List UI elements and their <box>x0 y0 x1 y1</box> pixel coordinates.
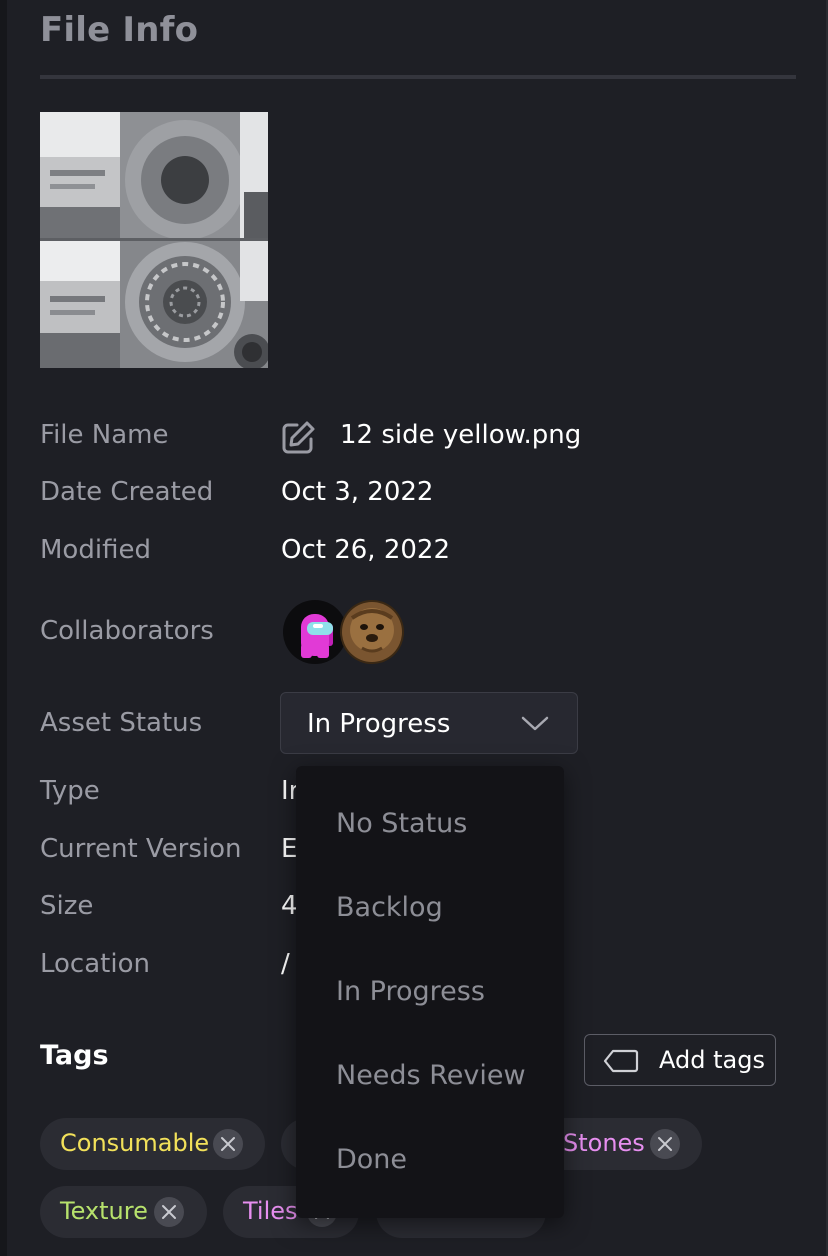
collaborator-avatar[interactable] <box>340 600 404 664</box>
asset-status-selected: In Progress <box>307 709 451 739</box>
remove-tag-button[interactable] <box>650 1129 680 1159</box>
asset-status-label: Asset Status <box>40 708 203 738</box>
panel-left-edge <box>0 0 7 1256</box>
add-tags-button[interactable]: Add tags <box>584 1034 776 1086</box>
tags-title: Tags <box>40 1040 109 1071</box>
status-option-done[interactable]: Done <box>336 1144 407 1175</box>
remove-tag-button[interactable] <box>213 1129 243 1159</box>
tag-chip: Consumable <box>40 1118 265 1170</box>
file-name-value: 12 side yellow.png <box>340 420 582 450</box>
chevron-down-icon <box>521 716 549 731</box>
tag-icon <box>603 1049 639 1073</box>
date-created-value: Oct 3, 2022 <box>281 477 434 507</box>
file-name-label: File Name <box>40 420 169 450</box>
remove-tag-button[interactable] <box>154 1197 184 1227</box>
type-label: Type <box>40 776 100 806</box>
collaborators-label: Collaborators <box>40 616 214 646</box>
modified-value: Oct 26, 2022 <box>281 535 450 565</box>
status-option-no-status[interactable]: No Status <box>336 808 467 839</box>
current-version-value: E <box>281 834 298 864</box>
tag-chip-label: Texture <box>60 1197 148 1225</box>
wookiee-avatar-image <box>340 600 404 664</box>
tag-chip-label: Stones <box>563 1129 645 1157</box>
size-label: Size <box>40 891 94 921</box>
tag-chip-label: Tiles <box>243 1197 298 1225</box>
location-label: Location <box>40 949 150 979</box>
panel-title: File Info <box>40 10 199 50</box>
close-icon <box>221 1137 235 1151</box>
tag-chip: Texture <box>40 1186 207 1238</box>
tag-chip-label: Consumable <box>60 1129 210 1157</box>
date-created-label: Date Created <box>40 477 214 507</box>
status-option-backlog[interactable]: Backlog <box>336 892 443 923</box>
asset-status-menu: No Status Backlog In Progress Needs Revi… <box>296 766 564 1218</box>
status-option-needs-review[interactable]: Needs Review <box>336 1060 526 1091</box>
edit-icon[interactable] <box>280 420 316 456</box>
collaborator-avatar[interactable] <box>283 600 347 664</box>
title-divider <box>40 75 796 79</box>
asset-status-select[interactable]: In Progress <box>280 692 578 754</box>
crewmate-avatar-image <box>283 600 347 664</box>
add-tags-label: Add tags <box>659 1046 765 1074</box>
current-version-label: Current Version <box>40 834 242 864</box>
location-value: / <box>281 949 290 979</box>
close-icon <box>162 1205 176 1219</box>
file-thumbnail[interactable] <box>40 112 268 368</box>
modified-label: Modified <box>40 535 151 565</box>
close-icon <box>658 1137 672 1151</box>
status-option-in-progress[interactable]: In Progress <box>336 976 485 1007</box>
thumbnail-image <box>40 112 268 368</box>
